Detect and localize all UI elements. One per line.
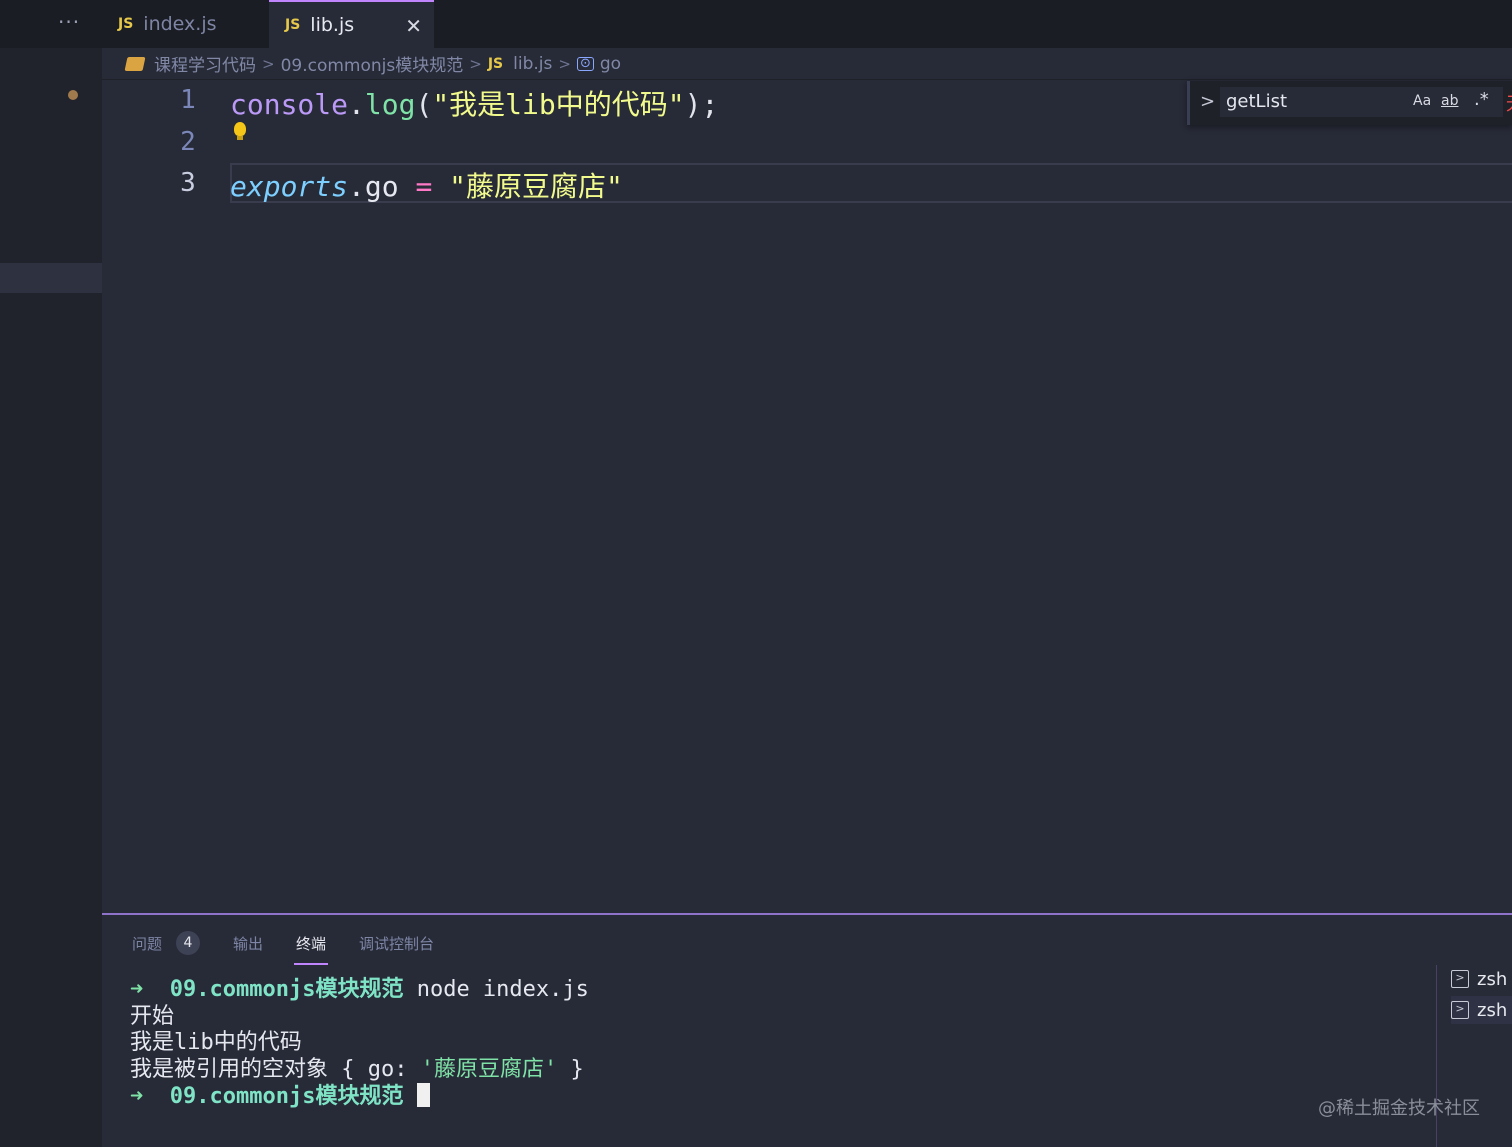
sidebar — [0, 0, 102, 1147]
tab-output[interactable]: 输出 — [233, 933, 263, 954]
js-file-icon: JS — [285, 17, 301, 33]
token-punct: . — [348, 88, 365, 121]
token-object: console — [230, 88, 349, 121]
tab-bar: ··· JS index.js JS lib.js ✕ — [0, 0, 1512, 48]
breadcrumb-subfolder[interactable]: 09.commonjs模块规范 — [281, 51, 464, 76]
js-file-icon: JS — [487, 55, 504, 72]
terminal-line: 我是被引用的空对象 { go: — [130, 1056, 421, 1082]
terminal-line: } — [557, 1056, 584, 1082]
token-function: log — [364, 88, 416, 121]
code-line-1[interactable]: console.log("我是lib中的代码"); — [230, 83, 718, 123]
prompt-arrow-icon: ➜ — [130, 977, 144, 1002]
terminal-icon: > — [1451, 970, 1469, 988]
breadcrumb-symbol[interactable]: go — [600, 54, 621, 74]
breadcrumb: 课程学习代码 > 09.commonjs模块规范 > JS lib.js > ⊙… — [102, 48, 1512, 80]
unsaved-indicator — [68, 90, 78, 100]
code-editor[interactable]: 1 2 3 console.log("我是lib中的代码"); exports.… — [102, 81, 1512, 913]
token-object: exports — [230, 170, 349, 203]
chevron-right-icon: > — [558, 54, 571, 73]
breadcrumb-folder[interactable]: 课程学习代码 — [154, 51, 256, 76]
problems-count-badge: 4 — [176, 931, 201, 955]
find-input-value[interactable]: getList — [1226, 91, 1287, 112]
token-property: go — [364, 170, 399, 203]
chevron-right-icon: > — [469, 54, 482, 73]
chevron-right-icon[interactable]: > — [1200, 91, 1215, 112]
terminal-cursor — [416, 1083, 430, 1107]
tab-terminal[interactable]: 终端 — [294, 933, 329, 965]
find-widget: > getList Aa ab .* 无 — [1187, 81, 1512, 125]
breadcrumb-file[interactable]: lib.js — [513, 54, 552, 74]
close-icon[interactable]: ✕ — [405, 14, 422, 38]
tab-label: 终端 — [296, 934, 327, 953]
terminal-instance-label: zsh — [1477, 999, 1508, 1021]
tab-label: lib.js — [310, 14, 355, 36]
tab-label: 输出 — [233, 934, 264, 953]
token-string: "藤原豆腐店" — [449, 170, 623, 203]
terminal-line: 开始 — [130, 1003, 175, 1029]
token-punct: ( — [415, 88, 433, 121]
terminal-instance-label: zsh — [1477, 968, 1508, 990]
tab-problems[interactable]: 问题 4 — [132, 931, 201, 955]
terminal-output[interactable]: ➜ 09.commonjs模块规范 node index.js 开始 我是lib… — [130, 977, 589, 1111]
variable-symbol-icon: ⊙ — [576, 56, 594, 71]
prompt-arrow-icon: ➜ — [130, 1084, 144, 1109]
panel-tabs: 问题 4 输出 终端 调试控制台 — [132, 931, 467, 965]
whole-word-icon[interactable]: ab — [1441, 93, 1458, 109]
tab-debug-console[interactable]: 调试控制台 — [359, 933, 434, 954]
more-icon[interactable]: ··· — [58, 10, 80, 34]
token-punct: ); — [684, 88, 719, 121]
terminal-string: '藤原豆腐店' — [420, 1056, 558, 1082]
lightbulb-icon[interactable] — [234, 122, 246, 140]
chevron-right-icon: > — [262, 54, 275, 73]
terminal-icon: > — [1451, 1001, 1469, 1019]
line-number: 2 — [180, 127, 196, 157]
terminal-command: node index.js — [416, 977, 589, 1002]
terminal-instance[interactable]: > zsh — [1451, 996, 1512, 1024]
terminal-instance[interactable]: > zsh — [1451, 965, 1512, 993]
tab-index-js[interactable]: JS index.js — [102, 0, 268, 48]
bottom-panel: 问题 4 输出 终端 调试控制台 ➜ 09.commonjs模块规范 node i… — [102, 913, 1512, 1147]
tab-label: 调试控制台 — [359, 934, 435, 953]
tab-label: index.js — [143, 13, 217, 35]
prompt-directory: 09.commonjs模块规范 — [169, 1084, 404, 1109]
terminal-line: 我是lib中的代码 — [130, 1030, 302, 1055]
watermark: @稀土掘金技术社区 — [1318, 1098, 1480, 1119]
regex-icon[interactable]: .* — [1474, 89, 1489, 110]
line-number: 1 — [180, 85, 196, 115]
js-file-icon: JS — [118, 16, 134, 32]
tab-label: 问题 — [132, 934, 163, 953]
sidebar-selected-item[interactable] — [0, 263, 102, 293]
find-result-count: 无 — [1506, 90, 1512, 116]
line-number: 3 — [180, 168, 196, 198]
match-case-icon[interactable]: Aa — [1413, 93, 1431, 109]
token-operator: = — [398, 170, 450, 203]
folder-icon — [124, 56, 146, 71]
token-string: "我是lib中的代码" — [432, 88, 685, 121]
token-punct: . — [348, 170, 365, 203]
code-line-3[interactable]: exports.go = "藤原豆腐店" — [230, 165, 623, 205]
prompt-directory: 09.commonjs模块规范 — [169, 977, 404, 1002]
tab-lib-js[interactable]: JS lib.js ✕ — [269, 0, 434, 48]
